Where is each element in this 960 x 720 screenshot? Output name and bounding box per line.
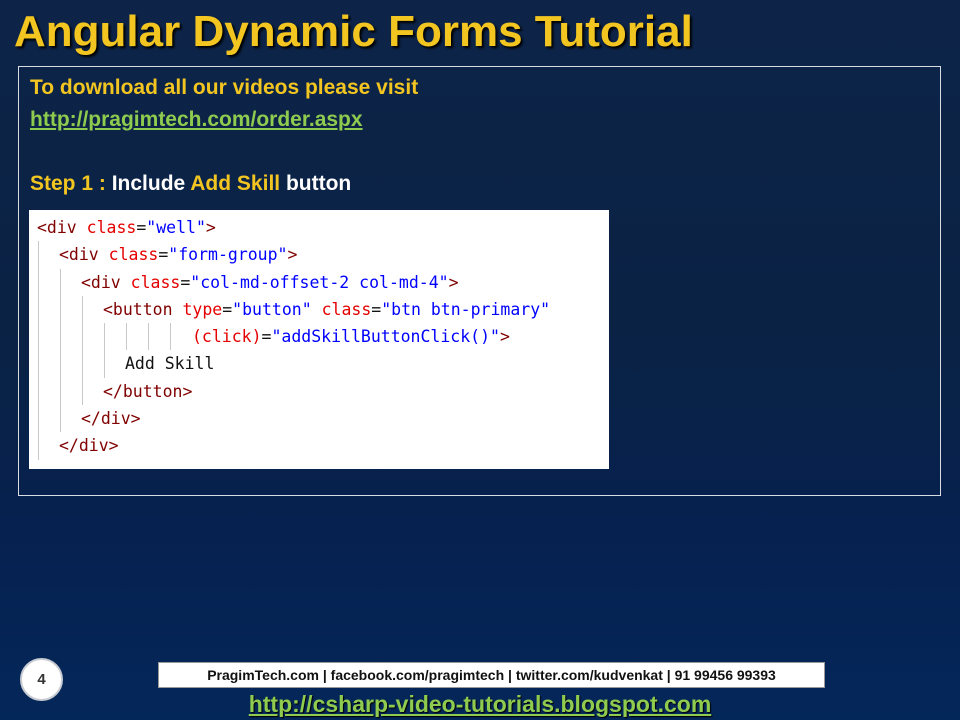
slide-title: Angular Dynamic Forms Tutorial <box>14 7 693 56</box>
indent-guide <box>38 405 39 433</box>
code-token: "form-group" <box>168 245 288 265</box>
code-token: (click) <box>192 327 262 347</box>
code-token: = <box>158 245 169 265</box>
code-token: class <box>321 299 372 319</box>
step-text-after: button <box>280 172 352 195</box>
code-token: "btn btn-primary" <box>381 299 551 319</box>
step-text-before: Include <box>105 172 191 195</box>
indent-guide <box>38 377 39 406</box>
code-token: "addSkillButtonClick()" <box>271 327 500 347</box>
code-token: Add Skill <box>125 354 215 374</box>
indent-guide <box>38 323 39 351</box>
code-text: <div class="col-md-offset-2 col-md-4"> <box>81 269 459 296</box>
indent-guide <box>60 295 61 324</box>
download-link[interactable]: http://pragimtech.com/order.aspx <box>30 107 363 133</box>
code-line: </div> <box>29 432 609 460</box>
code-text: <div class="well"> <box>37 214 216 241</box>
code-token: "well" <box>146 218 206 237</box>
indent-guide <box>82 323 83 351</box>
indent-guide <box>126 323 127 351</box>
step-heading: Step 1 : Include Add Skill button <box>30 171 351 197</box>
code-token: class <box>108 245 159 265</box>
code-text: <div class="form-group"> <box>59 241 297 268</box>
indent-guide <box>60 405 61 433</box>
code-token: <div <box>37 218 87 237</box>
code-line: <div class="well"> <box>29 214 609 241</box>
code-token: > <box>448 272 459 292</box>
code-token: <div <box>59 245 109 265</box>
indent-guide <box>82 350 83 378</box>
code-token: > <box>499 327 510 347</box>
code-line: </button> <box>29 377 609 406</box>
indent-guide <box>82 377 83 406</box>
code-token: = <box>222 299 233 319</box>
code-snippet: <div class="well"> <div class="form-group… <box>29 210 609 469</box>
indent-guide <box>60 377 61 406</box>
contact-bar: PragimTech.com | facebook.com/pragimtech… <box>158 662 825 688</box>
code-line: (click)="addSkillButtonClick()"> <box>29 323 609 351</box>
code-token: <div <box>81 272 131 292</box>
blog-link[interactable]: http://csharp-video-tutorials.blogspot.c… <box>0 690 960 718</box>
code-token: > <box>287 245 298 265</box>
code-line: <div class="form-group"> <box>29 241 609 269</box>
code-token: </div> <box>81 409 141 429</box>
indent-guide <box>60 268 61 296</box>
code-token: class <box>130 272 181 292</box>
indent-guide <box>60 350 61 378</box>
code-line: Add Skill <box>29 350 609 378</box>
intro-text: To download all our videos please visit <box>30 76 419 99</box>
indent-guide <box>170 323 171 351</box>
code-token: class <box>86 218 137 237</box>
indent-guide <box>38 350 39 378</box>
code-text: (click)="addSkillButtonClick()"> <box>192 323 510 350</box>
code-token: = <box>180 272 191 292</box>
indent-guide <box>104 350 105 378</box>
indent-guide <box>60 323 61 351</box>
indent-guide <box>82 295 83 324</box>
indent-guide <box>38 432 39 460</box>
code-token: = <box>371 299 382 319</box>
indent-guide <box>148 323 149 351</box>
code-line: </div> <box>29 405 609 433</box>
code-token: = <box>261 327 272 347</box>
code-token: </div> <box>59 436 119 456</box>
indent-guide <box>38 268 39 296</box>
code-token: type <box>182 299 223 319</box>
indent-guide <box>38 241 39 269</box>
code-token: > <box>205 218 216 237</box>
code-token: </button> <box>103 381 193 401</box>
code-token: "col-md-offset-2 col-md-4" <box>190 272 449 292</box>
code-text: <button type="button" class="btn btn-pri… <box>103 296 550 323</box>
code-text: </div> <box>59 432 119 459</box>
indent-guide <box>104 323 105 351</box>
indent-guide <box>38 295 39 324</box>
code-text: Add Skill <box>125 350 214 377</box>
code-token: "button" <box>232 299 312 319</box>
code-text: </div> <box>81 405 141 432</box>
code-token: = <box>136 218 147 237</box>
code-token: <button <box>103 299 183 319</box>
step-label: Step 1 : <box>30 172 106 195</box>
code-line: <button type="button" class="btn btn-pri… <box>29 295 609 324</box>
step-highlight: Add Skill <box>190 172 281 195</box>
code-line: <div class="col-md-offset-2 col-md-4"> <box>29 268 609 296</box>
content-box: To download all our videos please visit … <box>18 66 941 496</box>
code-text: </button> <box>103 378 192 405</box>
